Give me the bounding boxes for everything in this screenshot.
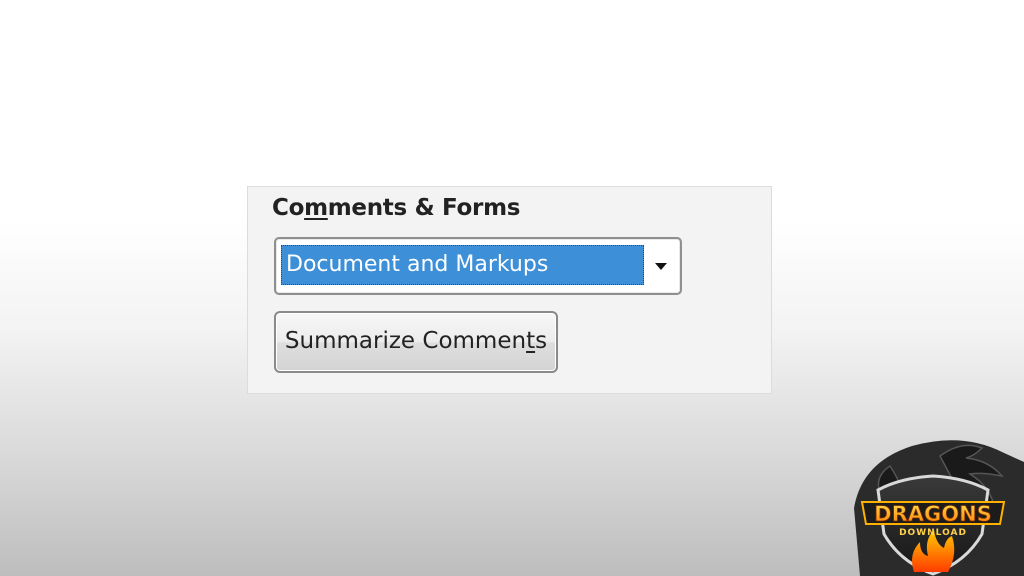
section-title: Comments & Forms	[272, 195, 520, 221]
chevron-down-icon[interactable]	[648, 247, 674, 285]
comments-forms-dropdown[interactable]: Document and Markups	[274, 237, 682, 295]
button-label-part: Summarize Commen	[284, 328, 527, 354]
dragons-download-logo: DRAGONS DOWNLOAD	[842, 438, 1024, 576]
logo-sub-text: DOWNLOAD	[899, 528, 967, 538]
section-title-part: Co	[272, 195, 305, 221]
section-title-access-key: m	[304, 195, 328, 221]
dragons-download-logo-image: DRAGONS DOWNLOAD	[854, 440, 1024, 576]
summarize-comments-button[interactable]: Summarize Comments	[274, 311, 558, 373]
section-title-part: ments & Forms	[327, 195, 521, 221]
button-label-access-key: t	[526, 328, 536, 354]
comments-forms-panel: Comments & Forms Document and Markups Su…	[247, 186, 772, 394]
button-label-part: s	[535, 328, 548, 354]
logo-main-text: DRAGONS	[874, 502, 992, 526]
dropdown-selected-value: Document and Markups	[281, 245, 644, 285]
